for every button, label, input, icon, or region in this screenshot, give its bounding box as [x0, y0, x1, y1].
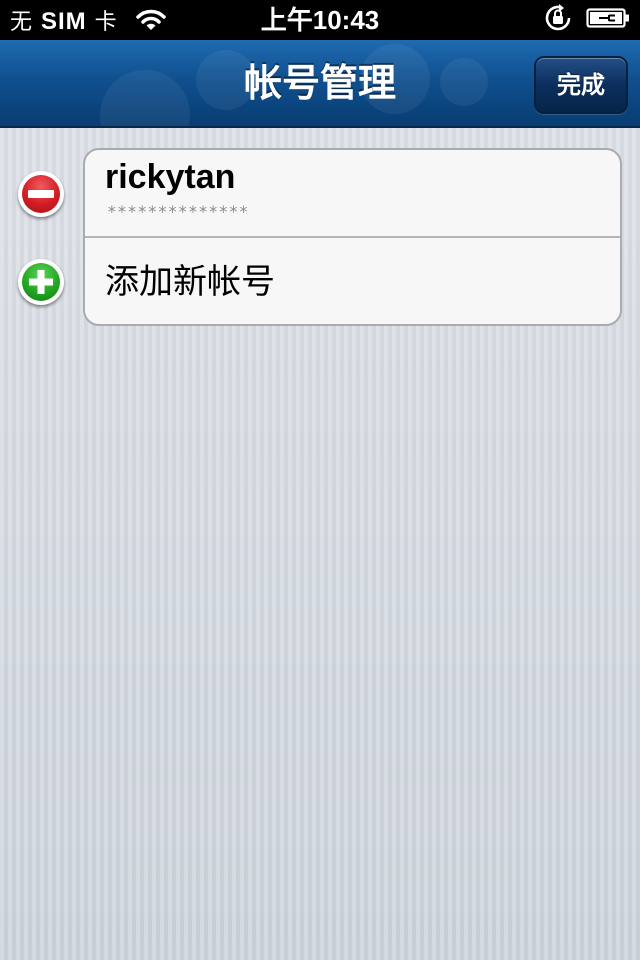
- carrier-label: 无 SIM 卡: [10, 8, 118, 35]
- account-username: rickytan: [105, 158, 236, 196]
- plus-circle-icon: [22, 263, 60, 301]
- account-cell[interactable]: rickytan **************: [85, 150, 620, 238]
- navigation-bar: 帐号管理 完成: [0, 40, 640, 128]
- minus-circle-icon: [22, 175, 60, 213]
- status-bar: 无 SIM 卡 上午10:43: [0, 0, 640, 40]
- add-account-label: 添加新帐号: [105, 262, 275, 302]
- carrier-group: 无 SIM 卡: [0, 4, 166, 36]
- battery-charging-icon: [586, 6, 630, 34]
- delete-account-button[interactable]: [18, 171, 64, 217]
- status-indicators: [542, 0, 630, 40]
- done-button[interactable]: 完成: [534, 56, 628, 114]
- rotation-lock-icon: [542, 2, 574, 38]
- add-account-button[interactable]: [18, 259, 64, 305]
- add-account-cell[interactable]: 添加新帐号: [85, 238, 620, 324]
- wifi-icon: [135, 9, 166, 31]
- account-list: rickytan ************** 添加新帐号: [83, 148, 622, 326]
- account-password-masked: **************: [107, 202, 249, 221]
